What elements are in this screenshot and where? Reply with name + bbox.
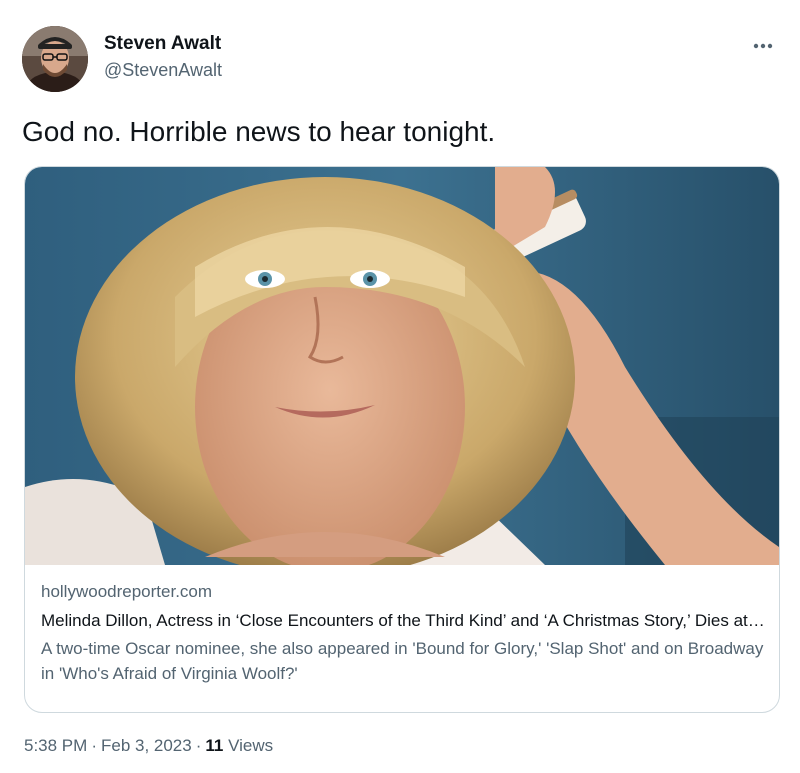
- tweet-date[interactable]: Feb 3, 2023: [101, 736, 192, 755]
- card-description: A two-time Oscar nominee, she also appea…: [41, 639, 764, 683]
- tweet-time[interactable]: 5:38 PM: [24, 736, 87, 755]
- views-count: 11: [205, 736, 224, 755]
- more-options-button[interactable]: [748, 36, 778, 56]
- card-body: hollywoodreporter.com Melinda Dillon, Ac…: [41, 580, 765, 686]
- author-display-name[interactable]: Steven Awalt: [104, 32, 222, 56]
- avatar[interactable]: [22, 26, 88, 92]
- card-image[interactable]: [25, 167, 779, 565]
- meta-separator: ·: [91, 736, 97, 755]
- link-card[interactable]: hollywoodreporter.com Melinda Dillon, Ac…: [24, 166, 780, 713]
- author-block: Steven Awalt @StevenAwalt: [104, 32, 222, 82]
- card-title: Melinda Dillon, Actress in ‘Close Encoun…: [41, 611, 765, 630]
- more-horizontal-icon: [753, 43, 773, 49]
- meta-separator-2: ·: [195, 736, 202, 755]
- card-domain: hollywoodreporter.com: [41, 582, 213, 601]
- author-handle[interactable]: @StevenAwalt: [104, 58, 222, 82]
- user-avatar-photo: [22, 26, 88, 92]
- article-photo: [25, 167, 779, 565]
- tweet-meta: 5:38 PM · Feb 3, 2023 · 11 Views: [24, 734, 273, 758]
- tweet-text: God no. Horrible news to hear tonight.: [22, 116, 496, 147]
- views-label: Views: [228, 736, 274, 755]
- tweet: Steven Awalt @StevenAwalt God no. Horrib…: [0, 0, 800, 773]
